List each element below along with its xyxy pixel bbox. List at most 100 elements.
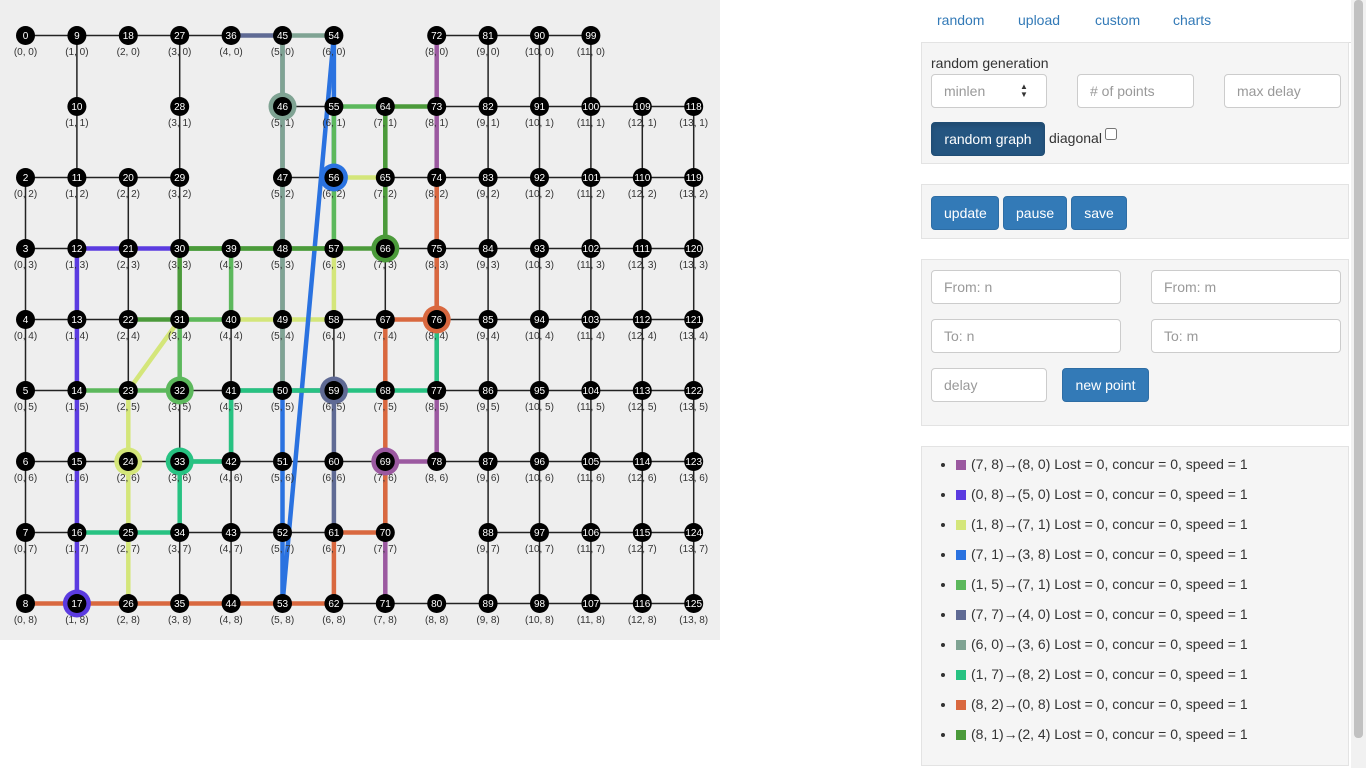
- control-panel: random upload custom charts random gener…: [921, 0, 1351, 768]
- node-id-label: 125: [685, 599, 702, 610]
- node-coord-label: (13, 5): [679, 402, 708, 413]
- minlen-input[interactable]: [931, 74, 1047, 108]
- delay-input[interactable]: [931, 368, 1047, 402]
- tab-charts[interactable]: charts: [1173, 12, 1211, 28]
- node-coord-label: (0, 2): [14, 189, 37, 200]
- node-coord-label: (9, 3): [476, 260, 499, 271]
- node-coord-label: (12, 7): [628, 544, 657, 555]
- node-id-label: 20: [123, 173, 135, 184]
- route-item: (7, 1)→(3, 8) Lost = 0, concur = 0, spee…: [956, 543, 1248, 573]
- node-id-label: 48: [277, 244, 289, 255]
- node-coord-label: (3, 4): [168, 331, 191, 342]
- node-id-label: 100: [583, 102, 600, 113]
- node-id-label: 45: [277, 31, 289, 42]
- node-coord-label: (2, 7): [117, 544, 140, 555]
- node-coord-label: (4, 5): [219, 402, 242, 413]
- node-id-label: 76: [431, 315, 443, 326]
- node-coord-label: (10, 1): [525, 118, 554, 129]
- node-coord-label: (3, 3): [168, 260, 191, 271]
- from-m-input[interactable]: [1151, 270, 1341, 304]
- to-m-input[interactable]: [1151, 319, 1341, 353]
- node-id-label: 107: [583, 599, 600, 610]
- node-coord-label: (11, 3): [577, 260, 605, 271]
- node-coord-label: (4, 6): [219, 473, 242, 484]
- node-coord-label: (12, 5): [628, 402, 657, 413]
- node-coord-label: (4, 7): [219, 544, 242, 555]
- route-color-swatch: [956, 670, 966, 680]
- node-coord-label: (13, 2): [679, 189, 708, 200]
- points-input[interactable]: [1077, 74, 1194, 108]
- node-id-label: 101: [583, 173, 600, 184]
- node-id-label: 32: [174, 386, 186, 397]
- to-n-input[interactable]: [931, 319, 1121, 353]
- node-id-label: 66: [380, 244, 392, 255]
- node-id-label: 110: [634, 173, 650, 184]
- routes-list: (7, 8)→(8, 0) Lost = 0, concur = 0, spee…: [922, 453, 1248, 753]
- node-id-label: 16: [71, 528, 83, 539]
- from-n-input[interactable]: [931, 270, 1121, 304]
- node-coord-label: (1, 6): [65, 473, 88, 484]
- node-coord-label: (12, 6): [628, 473, 657, 484]
- node-coord-label: (11, 2): [577, 189, 605, 200]
- pause-button[interactable]: pause: [1003, 196, 1067, 230]
- random-graph-button[interactable]: random graph: [931, 122, 1045, 156]
- node-id-label: 87: [483, 457, 495, 468]
- node-coord-label: (5, 4): [271, 331, 294, 342]
- route-item: (0, 8)→(5, 0) Lost = 0, concur = 0, spee…: [956, 483, 1248, 513]
- route-item: (8, 2)→(0, 8) Lost = 0, concur = 0, spee…: [956, 693, 1248, 723]
- page-scrollbar[interactable]: [1351, 0, 1366, 768]
- new-point-button[interactable]: new point: [1062, 368, 1149, 402]
- graph-canvas[interactable]: 0 (0, 0) 2 (0, 2) 3 (0, 3) 4 (0, 4) 5 (0, 5) 6 (0, …: [0, 0, 720, 640]
- node-id-label: 114: [634, 457, 650, 468]
- node-id-label: 26: [123, 599, 135, 610]
- node-id-label: 25: [123, 528, 135, 539]
- route-item: (1, 7)→(8, 2) Lost = 0, concur = 0, spee…: [956, 663, 1248, 693]
- spinner-icon[interactable]: ▲ ▼: [1020, 83, 1028, 99]
- graph-svg[interactable]: 0 (0, 0) 2 (0, 2) 3 (0, 3) 4 (0, 4) 5 (0, 5) 6 (0, …: [0, 0, 720, 640]
- node-coord-label: (6, 7): [322, 544, 345, 555]
- node-id-label: 96: [534, 457, 546, 468]
- route-color-swatch: [956, 580, 966, 590]
- scrollbar-thumb[interactable]: [1354, 0, 1363, 738]
- route-color-swatch: [956, 730, 966, 740]
- node-id-label: 17: [71, 599, 83, 610]
- node-coord-label: (10, 5): [525, 402, 554, 413]
- save-button[interactable]: save: [1071, 196, 1127, 230]
- node-id-label: 109: [634, 102, 651, 113]
- route-label: (1, 5)→(7, 1) Lost = 0, concur = 0, spee…: [971, 576, 1248, 592]
- node-id-label: 4: [23, 315, 29, 326]
- node-id-label: 64: [380, 102, 392, 113]
- node-id-label: 5: [23, 386, 29, 397]
- node-id-label: 120: [685, 244, 702, 255]
- route-label: (1, 8)→(7, 1) Lost = 0, concur = 0, spee…: [971, 516, 1248, 532]
- node-coord-label: (13, 4): [679, 331, 708, 342]
- node-id-label: 49: [277, 315, 289, 326]
- node-coord-label: (12, 3): [628, 260, 657, 271]
- node-id-label: 70: [380, 528, 392, 539]
- node-coord-label: (2, 5): [117, 402, 140, 413]
- node-id-label: 30: [174, 244, 186, 255]
- node-id-label: 82: [483, 102, 495, 113]
- node-id-label: 68: [380, 386, 392, 397]
- node-id-label: 77: [431, 386, 443, 397]
- node-coord-label: (6, 0): [322, 47, 345, 58]
- node-coord-label: (3, 2): [168, 189, 191, 200]
- node-id-label: 23: [123, 386, 135, 397]
- diagonal-checkbox[interactable]: [1105, 128, 1117, 140]
- update-button[interactable]: update: [931, 196, 999, 230]
- route-item: (1, 8)→(7, 1) Lost = 0, concur = 0, spee…: [956, 513, 1248, 543]
- node-coord-label: (11, 8): [577, 615, 605, 626]
- node-id-label: 57: [328, 244, 340, 255]
- random-generation-title: random generation: [931, 55, 1049, 71]
- max-delay-input[interactable]: [1224, 74, 1341, 108]
- tab-upload[interactable]: upload: [1018, 12, 1060, 28]
- node-coord-label: (7, 1): [374, 118, 397, 129]
- tab-custom[interactable]: custom: [1095, 12, 1140, 28]
- node-id-label: 80: [431, 599, 443, 610]
- node-id-label: 105: [583, 457, 600, 468]
- tab-random[interactable]: random: [937, 12, 984, 28]
- node-id-label: 86: [483, 386, 495, 397]
- route-item: (1, 5)→(7, 1) Lost = 0, concur = 0, spee…: [956, 573, 1248, 603]
- route-label: (8, 2)→(0, 8) Lost = 0, concur = 0, spee…: [971, 696, 1248, 712]
- random-generation-panel: random generation ▲▼ random graph diagon…: [921, 42, 1349, 164]
